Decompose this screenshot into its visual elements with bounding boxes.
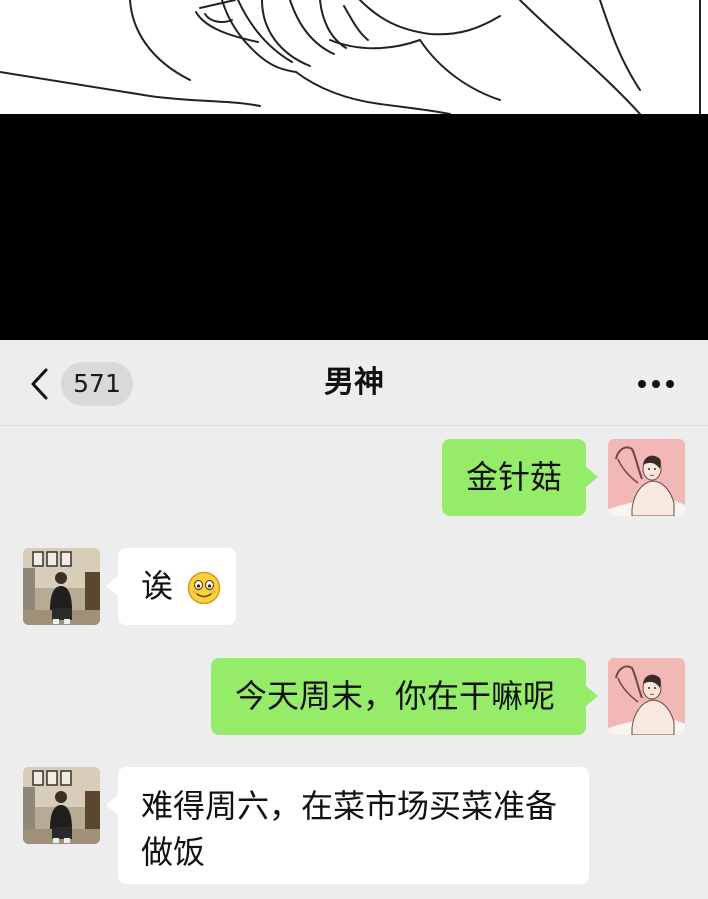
black-band <box>0 114 708 340</box>
message-row-sent: 今天周末，你在干嘛呢 <box>0 658 708 738</box>
message-text-line: 难得周六，在菜市场买菜准备 <box>141 787 558 825</box>
chat-title: 男神 <box>324 365 384 400</box>
message-bubble-sent[interactable]: 今天周末，你在干嘛呢 <box>211 658 586 735</box>
more-button[interactable] <box>628 362 684 406</box>
chevron-left-icon <box>31 368 48 400</box>
contact-avatar[interactable] <box>23 767 100 844</box>
woman-pink-avatar-icon <box>608 439 685 516</box>
message-text: 今天周末，你在干嘛呢 <box>235 677 556 715</box>
message-text-line: 做饭 <box>141 833 206 871</box>
message-text: 金针菇 <box>466 458 563 496</box>
back-button[interactable]: 571 <box>22 360 137 408</box>
message-row-sent: 金针菇 <box>0 439 708 519</box>
man-sitting-avatar-icon <box>23 548 100 625</box>
hands-holding-phone-illustration <box>0 0 701 114</box>
chat-screen: 571 男神 金针菇 诶 今天周末，你在干嘛呢 难得周六，在菜市场买菜准备 做饭 <box>0 340 708 899</box>
my-avatar[interactable] <box>608 658 685 735</box>
message-row-received: 诶 <box>0 548 708 628</box>
unread-count-badge: 571 <box>61 362 133 406</box>
message-bubble-received[interactable]: 诶 <box>118 548 236 625</box>
my-avatar[interactable] <box>608 439 685 516</box>
smiley-emoji-icon <box>187 571 221 605</box>
message-bubble-sent[interactable]: 金针菇 <box>442 439 586 516</box>
man-sitting-avatar-icon <box>23 767 100 844</box>
more-dots-icon <box>638 380 646 388</box>
message-text: 诶 <box>141 567 174 605</box>
nav-bar: 571 男神 <box>0 340 708 426</box>
woman-pink-avatar-icon <box>608 658 685 735</box>
comic-illustration <box>0 0 708 114</box>
contact-avatar[interactable] <box>23 548 100 625</box>
message-bubble-received[interactable]: 难得周六，在菜市场买菜准备 做饭 <box>118 767 589 884</box>
message-row-received: 难得周六，在菜市场买菜准备 做饭 <box>0 767 708 887</box>
